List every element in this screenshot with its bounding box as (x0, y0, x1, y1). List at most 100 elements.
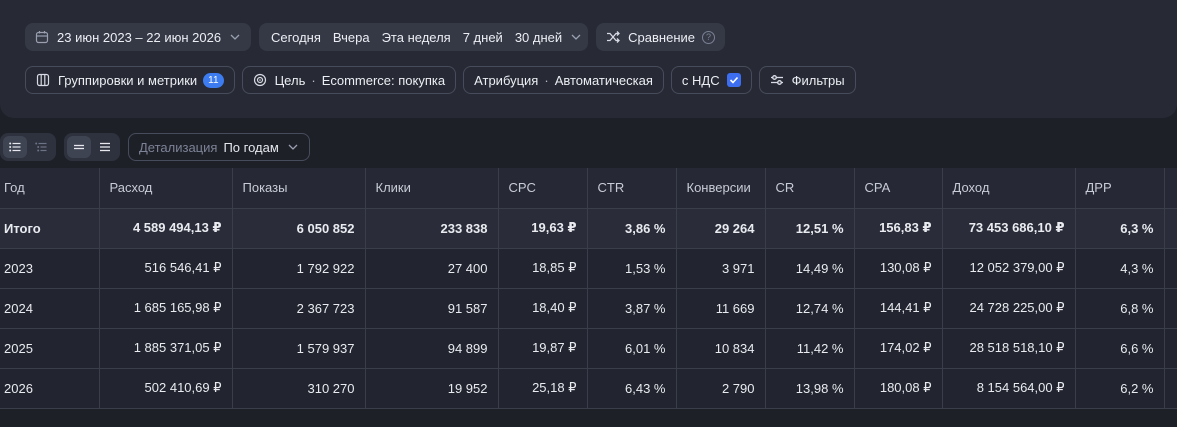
table-cell: 4,3 % (1074, 247, 1165, 289)
table-cell: 6,8 % (1074, 287, 1165, 329)
calendar-icon (35, 30, 49, 44)
list-view-icon[interactable] (3, 136, 27, 158)
preset-yesterday[interactable]: Вчера (327, 30, 376, 45)
column-header-impressions[interactable]: Показы (231, 168, 366, 209)
table-cell: 6,01 % (586, 327, 677, 369)
table-cell: 19 952 (364, 367, 499, 409)
chevron-down-icon (229, 31, 241, 43)
table-cell (1163, 247, 1177, 289)
date-filter-row: 23 июн 2023 – 22 июн 2026 Сегодня Вчера … (25, 23, 725, 51)
table-cell: 12,74 % (764, 287, 855, 329)
table-cell: 14,49 % (764, 247, 855, 289)
shuffle-icon (606, 30, 621, 44)
column-header-conversions[interactable]: Конверсии (675, 168, 766, 209)
preset-this-week[interactable]: Эта неделя (376, 30, 457, 45)
table-cell: 4 589 494,13 ₽ (98, 207, 233, 249)
settings-row: Группировки и метрики 11 Цель · Ecommerc… (25, 66, 856, 94)
table-cell: 2 367 723 (231, 287, 366, 329)
column-header-spend[interactable]: Расход (98, 168, 233, 209)
compare-button[interactable]: Сравнение ? (596, 23, 725, 51)
groupings-count-badge: 11 (203, 72, 224, 88)
table-cell: 6 050 852 (231, 207, 366, 249)
table-cell: 180,08 ₽ (853, 367, 943, 409)
goal-selector[interactable]: Цель · Ecommerce: покупка (241, 66, 457, 94)
table-cell: 174,02 ₽ (853, 327, 943, 369)
regular-density-icon[interactable] (93, 136, 117, 158)
table-cell: 6,3 % (1074, 207, 1165, 249)
date-range-picker[interactable]: 23 июн 2023 – 22 июн 2026 (25, 23, 252, 51)
table-cell: 3 971 (675, 247, 766, 289)
column-header-extra (1163, 168, 1177, 209)
table-cell: 10 834 (675, 327, 766, 369)
column-header-year[interactable]: Год (0, 168, 100, 209)
table-cell: 233 838 (364, 207, 499, 249)
compare-label: Сравнение (628, 29, 695, 45)
table-row-total: Итого 4 589 494,13 ₽ 6 050 852 233 838 1… (0, 207, 1177, 249)
table-cell: 144,41 ₽ (853, 287, 943, 329)
table-row: 2024 1 685 165,98 ₽ 2 367 723 91 587 18,… (0, 287, 1177, 329)
density-switch (64, 133, 120, 161)
target-icon (253, 73, 267, 87)
filters-label: Фильтры (791, 72, 845, 88)
attribution-label: Атрибуция (474, 72, 539, 88)
table-cell: 94 899 (364, 327, 499, 369)
column-header-clicks[interactable]: Клики (364, 168, 499, 209)
table-cell (1163, 367, 1177, 409)
table-cell (1163, 207, 1177, 249)
table-cell: 73 453 686,10 ₽ (941, 207, 1076, 249)
detalization-value: По годам (223, 139, 279, 155)
sliders-icon (770, 73, 784, 87)
table-row: 2023 516 546,41 ₽ 1 792 922 27 400 18,85… (0, 247, 1177, 289)
detalization-select[interactable]: Детализация По годам (128, 133, 310, 161)
table-cell: 156,83 ₽ (853, 207, 943, 249)
column-header-drr[interactable]: ДРР (1074, 168, 1165, 209)
table-cell: Итого (0, 207, 100, 249)
table-row: 2026 502 410,69 ₽ 310 270 19 952 25,18 ₽… (0, 367, 1177, 409)
detalization-label: Детализация (139, 139, 218, 155)
filters-button[interactable]: Фильтры (758, 66, 856, 94)
table-cell: 2025 (0, 327, 100, 369)
groupings-metrics-button[interactable]: Группировки и метрики 11 (25, 66, 235, 94)
date-presets: Сегодня Вчера Эта неделя 7 дней 30 дней (259, 23, 589, 51)
chevron-down-icon[interactable] (570, 31, 582, 43)
table-cell: 13,98 % (764, 367, 855, 409)
column-header-revenue[interactable]: Доход (941, 168, 1076, 209)
table-cell: 19,87 ₽ (497, 327, 588, 369)
goal-value: Ecommerce: покупка (321, 72, 446, 88)
preset-30-days[interactable]: 30 дней (509, 30, 568, 45)
view-mode-switch (0, 133, 56, 161)
table-cell: 1 885 371,05 ₽ (98, 327, 233, 369)
table-cell: 310 270 (231, 367, 366, 409)
table-cell: 12 052 379,00 ₽ (941, 247, 1076, 289)
filter-panel: 23 июн 2023 – 22 июн 2026 Сегодня Вчера … (0, 0, 1177, 118)
table-cell (1163, 327, 1177, 369)
table-cell: 2024 (0, 287, 100, 329)
table-cell: 1 579 937 (231, 327, 366, 369)
column-header-ctr[interactable]: CTR (586, 168, 677, 209)
date-range-value: 23 июн 2023 – 22 июн 2026 (57, 29, 222, 45)
table-cell: 6,6 % (1074, 327, 1165, 369)
table-cell: 6,43 % (586, 367, 677, 409)
table-cell: 130,08 ₽ (853, 247, 943, 289)
preset-today[interactable]: Сегодня (265, 30, 327, 45)
table-cell: 28 518 518,10 ₽ (941, 327, 1076, 369)
separator-dot: · (544, 72, 549, 88)
attribution-value: Автоматическая (554, 72, 653, 88)
table-cell: 24 728 225,00 ₽ (941, 287, 1076, 329)
groupings-label: Группировки и метрики (58, 72, 198, 88)
preset-7-days[interactable]: 7 дней (457, 30, 509, 45)
table-cell: 19,63 ₽ (497, 207, 588, 249)
column-header-cpa[interactable]: CPA (853, 168, 943, 209)
column-header-cr[interactable]: CR (764, 168, 855, 209)
table-cell: 3,87 % (586, 287, 677, 329)
vat-toggle[interactable]: с НДС (670, 66, 752, 94)
nested-list-icon[interactable] (29, 136, 53, 158)
table-cell: 29 264 (675, 207, 766, 249)
compact-density-icon[interactable] (67, 136, 91, 158)
attribution-selector[interactable]: Атрибуция · Автоматическая (463, 66, 664, 94)
help-icon[interactable]: ? (702, 30, 715, 44)
checkbox-checked-icon[interactable] (726, 73, 741, 87)
table-cell: 8 154 564,00 ₽ (941, 367, 1076, 409)
column-header-cpc[interactable]: CPC (497, 168, 588, 209)
table-cell: 2 790 (675, 367, 766, 409)
